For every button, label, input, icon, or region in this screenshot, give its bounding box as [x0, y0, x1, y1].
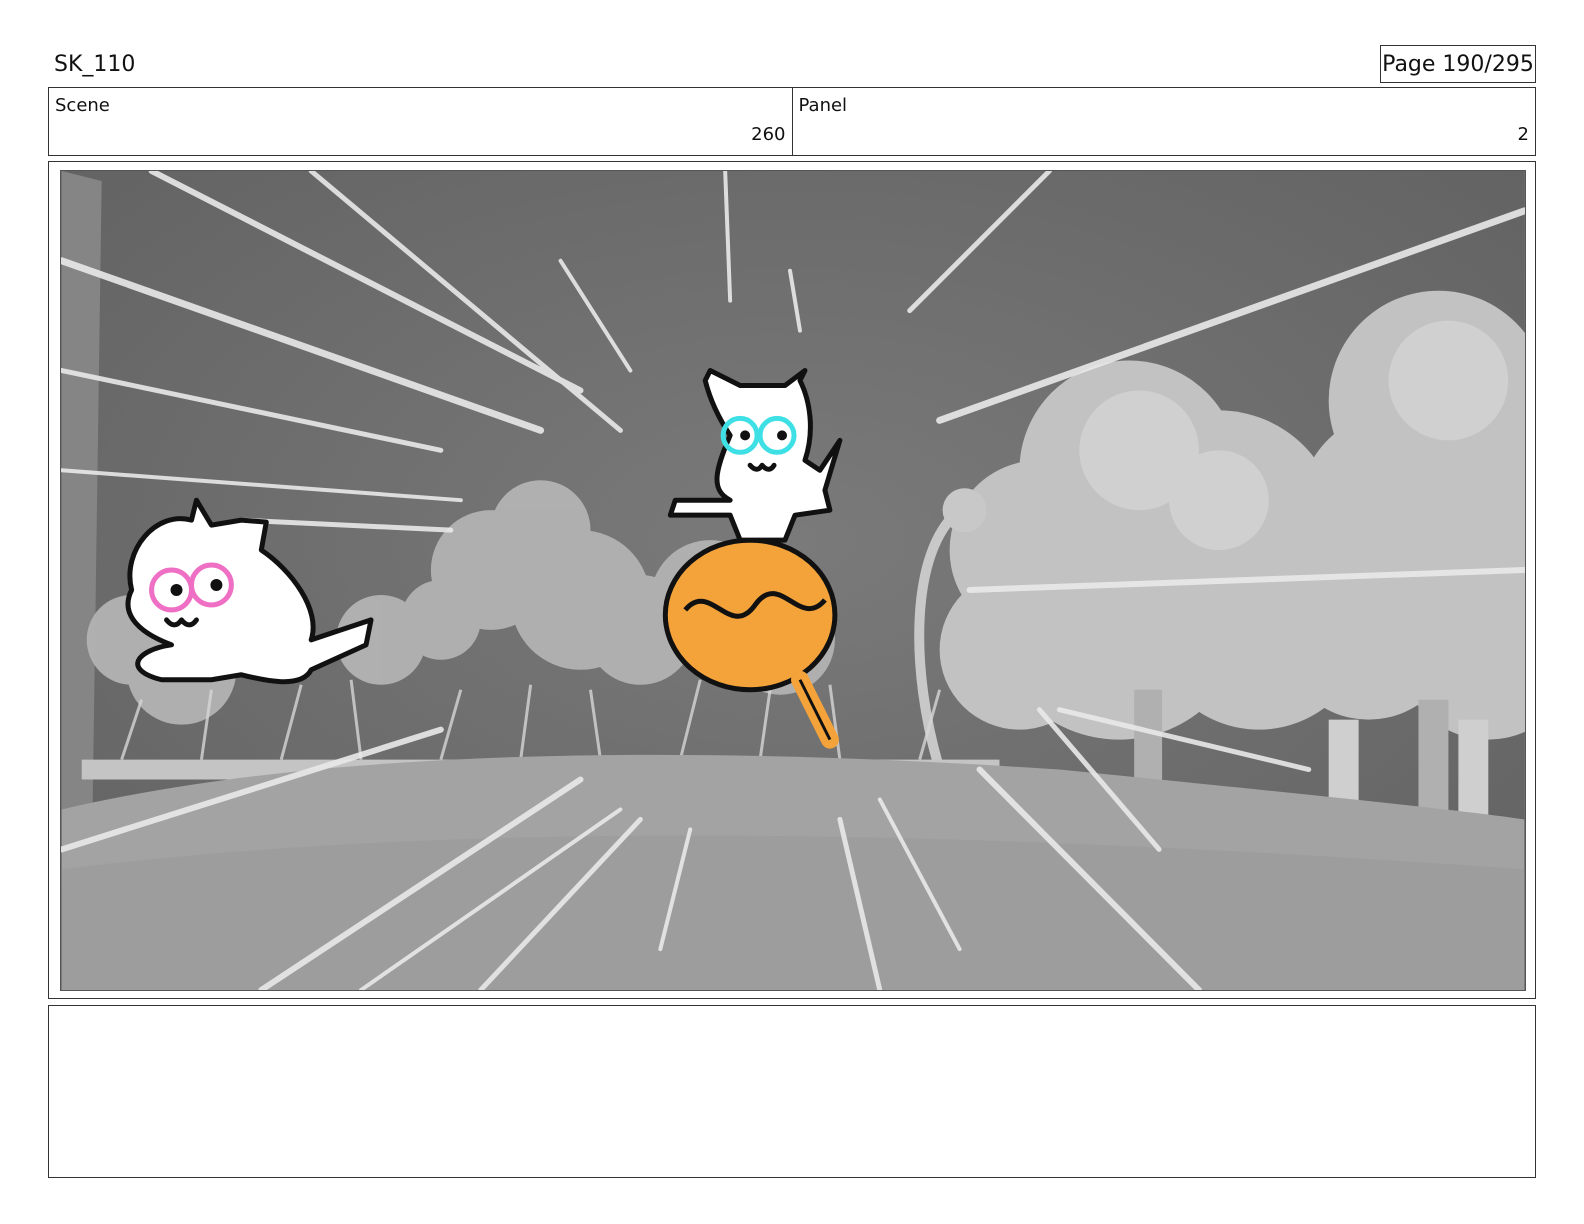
panel-frame: [48, 161, 1536, 999]
panel-notes: [48, 1005, 1536, 1178]
storyboard-image: [60, 170, 1526, 991]
scene-cell: Scene 260: [49, 88, 792, 155]
document-title: SK_110: [54, 52, 136, 77]
page-number: Page 190/295: [1380, 45, 1536, 83]
scene-number: 260: [751, 124, 786, 145]
panel-label: Panel: [798, 95, 848, 116]
scene-label: Scene: [55, 95, 110, 116]
panel-cell: Panel 2: [791, 88, 1536, 155]
storyboard-drawing: [61, 171, 1525, 990]
scene-panel-info: Scene 260 Panel 2: [48, 87, 1536, 156]
panel-number: 2: [1517, 124, 1529, 145]
